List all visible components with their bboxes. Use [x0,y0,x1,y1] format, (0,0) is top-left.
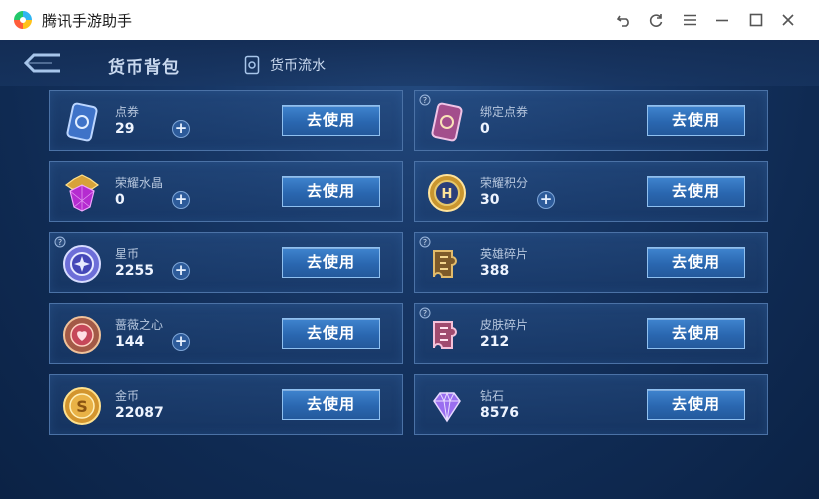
currency-card-glory-crystal: 荣耀水晶 0 + 去使用 [49,161,403,222]
rose-heart-icon [58,312,106,358]
svg-text:H: H [442,187,453,202]
use-skin-fragment-button[interactable]: 去使用 [647,318,745,349]
tab-currency-flow[interactable]: 货币流水 [244,55,326,75]
window-title: 腾讯手游助手 [42,12,133,30]
currency-card-rose-heart: 蔷薇之心 144 + 去使用 [49,303,403,364]
currency-amount: 144 [115,334,145,350]
voucher-card-icon [58,99,106,145]
star-coin-icon [58,241,106,287]
currency-amount: 22087 [115,405,164,421]
currency-name: 钻石 [480,389,505,403]
currency-amount: 212 [480,334,510,350]
ledger-icon [244,55,260,75]
title-bar: 腾讯手游助手 [0,0,819,40]
tab-flow-label: 货币流水 [270,58,326,74]
currency-name: 英雄碎片 [480,247,529,261]
minimize-button[interactable] [712,10,732,30]
currency-card-gold-coin: S 金币 22087 去使用 [49,374,403,435]
maximize-icon [749,13,763,27]
currency-name: 皮肤碎片 [480,318,529,332]
maximize-button[interactable] [746,10,766,30]
currency-amount: 29 [115,121,135,137]
currency-card-diamond: 钻石 8576 去使用 [414,374,768,435]
currency-card-bound-voucher: ? 绑定点券 0 去使用 [414,90,768,151]
use-rose-heart-button[interactable]: 去使用 [282,318,380,349]
refresh-icon [649,14,663,27]
currency-card-glory-points: H 荣耀积分 30 + 去使用 [414,161,768,222]
currency-amount: 0 [115,192,125,208]
add-star-coin-button[interactable]: + [172,262,190,280]
hero-fragment-icon [423,241,471,287]
currency-name: 荣耀水晶 [115,176,164,190]
currency-name: 荣耀积分 [480,176,529,190]
use-voucher-button[interactable]: 去使用 [282,105,380,136]
currency-card-hero-fragment: ? 英雄碎片 388 去使用 [414,232,768,293]
tab-currency-backpack[interactable]: 货币背包 [108,53,180,78]
add-glory-points-button[interactable]: + [537,191,555,209]
refresh-button[interactable] [646,10,666,30]
use-glory-points-button[interactable]: 去使用 [647,176,745,207]
add-rose-heart-button[interactable]: + [172,333,190,351]
glory-crystal-icon [58,170,106,216]
add-glory-crystal-button[interactable]: + [172,191,190,209]
use-hero-fragment-button[interactable]: 去使用 [647,247,745,278]
currency-amount: 2255 [115,263,154,279]
currency-card-star-coin: ? 星币 2255 + 去使用 [49,232,403,293]
currency-name: 星币 [115,247,140,261]
menu-button[interactable] [680,10,700,30]
currency-amount: 30 [480,192,500,208]
currency-amount: 8576 [480,405,519,421]
gold-coin-icon: S [58,383,106,429]
currency-name: 点券 [115,105,140,119]
currency-card-skin-fragment: ? 皮肤碎片 212 去使用 [414,303,768,364]
add-voucher-button[interactable]: + [172,120,190,138]
svg-text:S: S [76,397,88,416]
currency-amount: 388 [480,263,510,279]
minimize-icon [716,19,728,22]
glory-points-icon: H [423,170,471,216]
use-gold-coin-button[interactable]: 去使用 [282,389,380,420]
currency-name: 蔷薇之心 [115,318,164,332]
currency-name: 绑定点券 [480,105,529,119]
skin-fragment-icon [423,312,471,358]
diamond-icon [423,383,471,429]
undo-button[interactable] [614,10,634,30]
use-bound-voucher-button[interactable]: 去使用 [647,105,745,136]
app-logo-icon [13,10,33,30]
use-star-coin-button[interactable]: 去使用 [282,247,380,278]
undo-icon [616,15,629,27]
menu-icon [684,14,696,26]
game-area: 货币背包 货币流水 点券 29 + 去使用 ? 绑定点券 0 去使用 荣耀水晶 … [0,40,819,499]
currency-name: 金币 [115,389,140,403]
close-icon [782,14,794,26]
bound-voucher-card-icon [423,99,471,145]
use-diamond-button[interactable]: 去使用 [647,389,745,420]
currency-card-voucher: 点券 29 + 去使用 [49,90,403,151]
back-arrow-icon[interactable] [22,52,68,74]
currency-amount: 0 [480,121,490,137]
use-glory-crystal-button[interactable]: 去使用 [282,176,380,207]
close-button[interactable] [778,10,798,30]
